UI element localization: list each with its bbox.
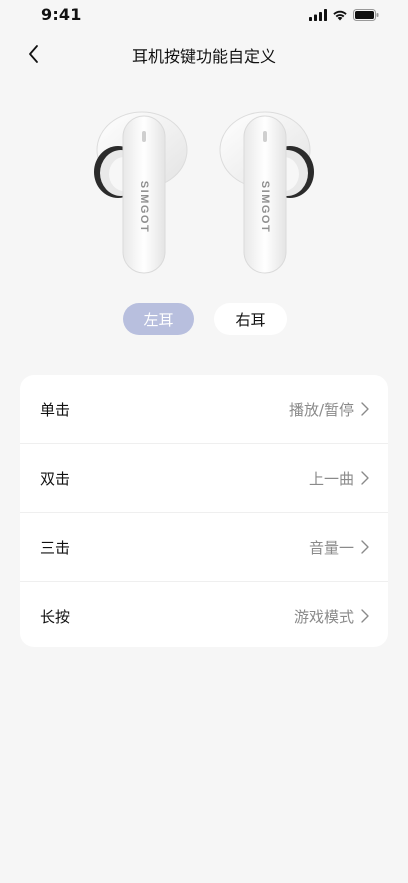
setting-label: 双击 xyxy=(40,469,71,488)
status-icons xyxy=(309,9,379,21)
nav-bar: 耳机按键功能自定义 xyxy=(0,34,408,74)
chevron-right-icon xyxy=(361,609,369,623)
setting-value: 音量一 xyxy=(308,538,354,557)
left-ear-tab-label: 左耳 xyxy=(143,310,174,329)
battery-icon xyxy=(353,9,379,21)
status-bar: 9:41 xyxy=(0,0,408,32)
setting-value: 游戏模式 xyxy=(293,607,354,626)
cellular-signal-icon xyxy=(309,9,327,21)
key-settings-card: 单击 播放/暂停 双击 上一曲 三击 音量一 长按 游戏模式 xyxy=(20,375,388,647)
setting-label: 单击 xyxy=(40,400,71,419)
wifi-icon xyxy=(333,10,347,21)
chevron-right-icon xyxy=(361,402,369,416)
setting-label: 长按 xyxy=(40,607,71,626)
left-ear-tab[interactable]: 左耳 xyxy=(123,303,194,335)
setting-row-long-press[interactable]: 长按 游戏模式 xyxy=(20,581,388,647)
setting-label: 三击 xyxy=(40,538,71,557)
chevron-right-icon xyxy=(361,540,369,554)
left-earbud: SIMGOT xyxy=(94,111,188,274)
setting-row-double-tap[interactable]: 双击 上一曲 xyxy=(20,443,388,512)
right-earbud-brand: SIMGOT xyxy=(259,181,271,233)
status-time: 9:41 xyxy=(41,5,82,24)
right-ear-tab[interactable]: 右耳 xyxy=(214,303,287,335)
chevron-right-icon xyxy=(361,471,369,485)
setting-row-triple-tap[interactable]: 三击 音量一 xyxy=(20,512,388,581)
right-ear-tab-label: 右耳 xyxy=(235,310,266,329)
setting-value: 播放/暂停 xyxy=(288,400,354,419)
ear-toggle: 左耳 右耳 xyxy=(0,303,408,335)
page-title: 耳机按键功能自定义 xyxy=(131,47,276,66)
setting-value: 上一曲 xyxy=(308,469,354,488)
setting-row-single-tap[interactable]: 单击 播放/暂停 xyxy=(20,375,388,443)
earbuds-illustration: SIMGOT SIMGOT xyxy=(0,100,408,290)
right-earbud: SIMGOT xyxy=(219,111,314,274)
left-earbud-brand: SIMGOT xyxy=(138,181,150,233)
